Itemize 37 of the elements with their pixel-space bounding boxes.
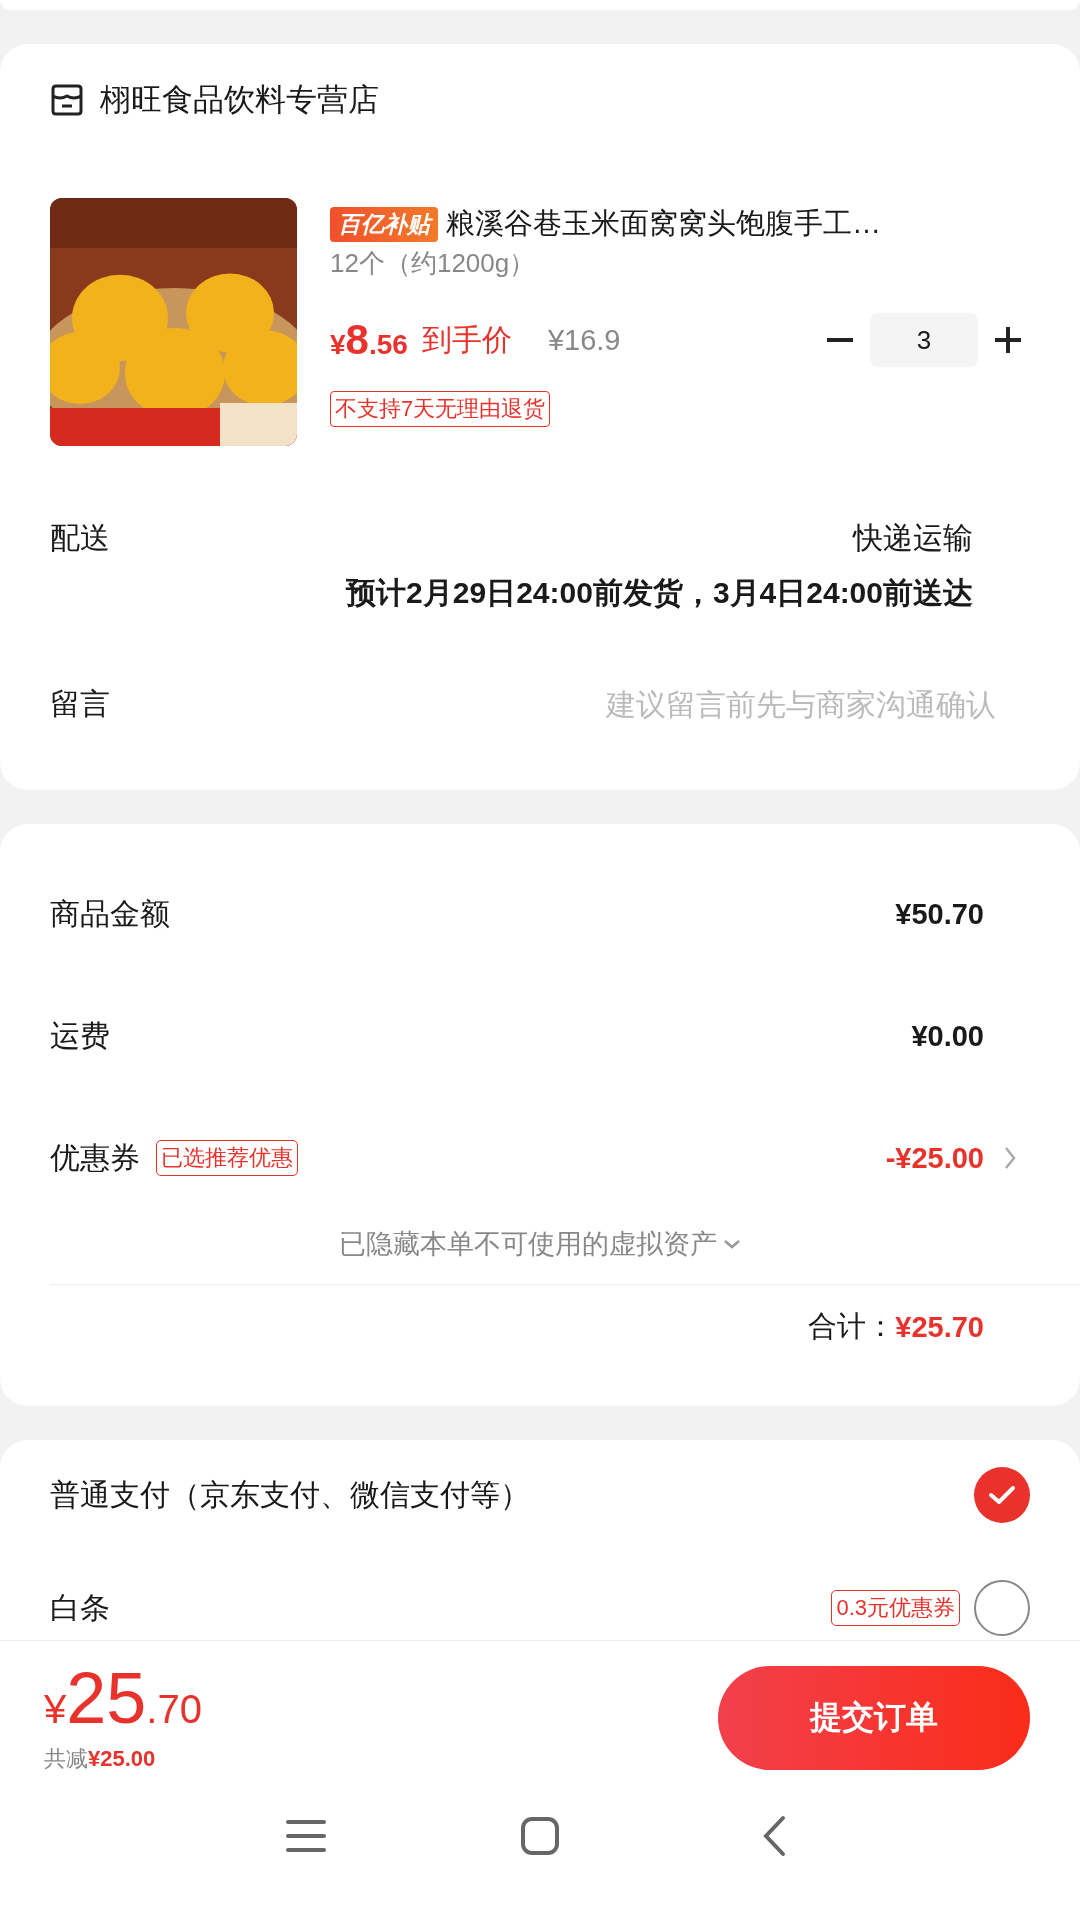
price-label: 到手价: [421, 321, 512, 358]
message-field[interactable]: 建议留言前先与商家沟通确认: [436, 687, 996, 722]
pay-amount: ¥25.70: [44, 1662, 202, 1734]
product-spec: 12个（约1200g）: [330, 247, 536, 280]
return-policy-tag: 不支持7天无理由退货: [330, 391, 551, 427]
plus-icon: [995, 327, 1021, 353]
product-title[interactable]: 粮溪谷巷玉米面窝窝头饱腹手工…: [446, 204, 881, 244]
quantity-field[interactable]: 3: [870, 313, 978, 367]
hidden-assets-note[interactable]: 已隐藏本单不可使用的虚拟资产: [339, 1226, 717, 1262]
checkmark-icon: [988, 1485, 1016, 1505]
summary-value: ¥50.70: [895, 897, 984, 931]
total-label: 合计：: [808, 1309, 896, 1344]
total-value: ¥25.70: [895, 1310, 984, 1344]
payment-radio[interactable]: [974, 1467, 1030, 1523]
delivery-estimate: 预计2月29日24:00前发货，3月4日24:00前送达: [346, 575, 973, 611]
summary-label: 运费: [50, 1017, 110, 1054]
subsidy-badge: 百亿补贴: [330, 206, 438, 242]
final-price: ¥8.56: [330, 316, 408, 364]
delivery-label: 配送: [50, 520, 110, 556]
chevron-down-icon[interactable]: [723, 1239, 741, 1249]
payment-radio[interactable]: [974, 1580, 1030, 1636]
summary-value: ¥0.00: [911, 1019, 984, 1053]
coupon-tag: 已选推荐优惠: [156, 1140, 298, 1176]
store-name[interactable]: 栩旺食品饮料专营店: [100, 79, 379, 121]
payment-option[interactable]: 普通支付（京东支付、微信支付等）: [50, 1474, 530, 1516]
original-price: ¥16.9: [547, 323, 621, 357]
submit-order-button[interactable]: 提交订单: [718, 1666, 1030, 1770]
summary-label: 优惠券: [50, 1139, 140, 1176]
message-label: 留言: [50, 686, 110, 722]
payment-option[interactable]: 白条: [50, 1587, 110, 1629]
minus-icon: [827, 338, 853, 342]
summary-value[interactable]: -¥25.00: [885, 1141, 984, 1175]
store-icon: [50, 84, 84, 116]
summary-label: 商品金额: [50, 895, 170, 932]
coupon-tag: 0.3元优惠券: [831, 1590, 960, 1626]
delivery-method[interactable]: 快递运输: [853, 518, 973, 559]
saved-amount: 共减¥25.00: [44, 1745, 157, 1773]
